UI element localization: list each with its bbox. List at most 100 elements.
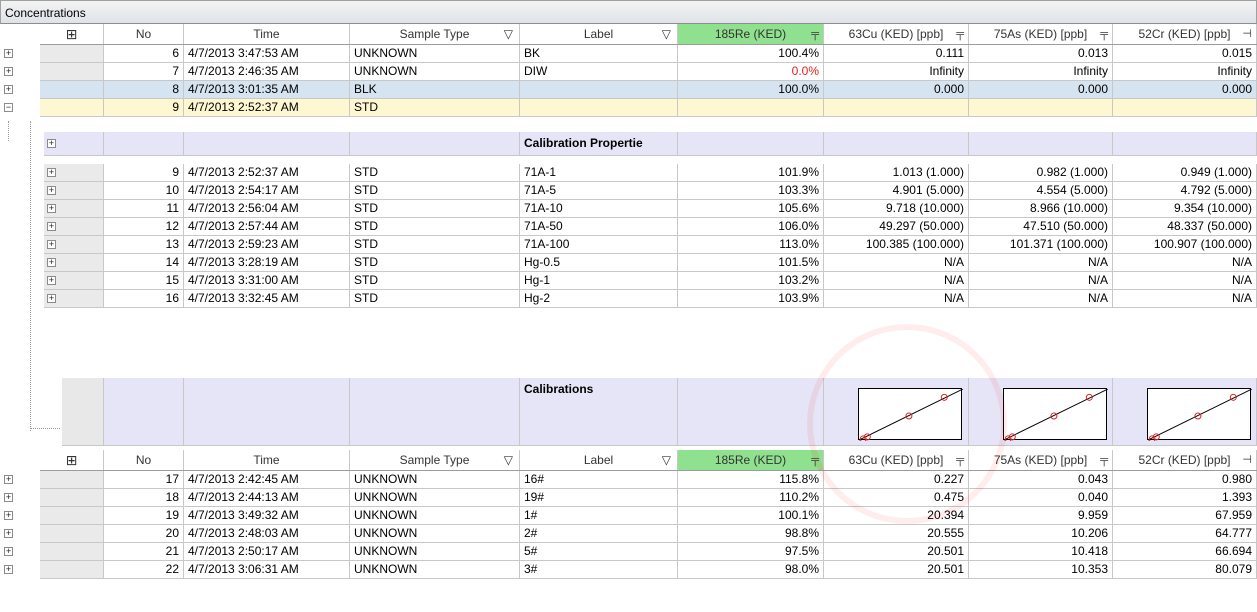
cell-as[interactable]: 47.510 (50.000) xyxy=(969,218,1113,235)
cell-time[interactable]: 4/7/2013 2:52:37 AM xyxy=(184,164,350,181)
cell-label[interactable]: 3# xyxy=(520,561,678,578)
table-row[interactable]: 19 4/7/2013 3:49:32 AM UNKNOWN 1# 100.1% 20.3… xyxy=(40,507,1257,525)
pin-icon[interactable]: ╤ xyxy=(1100,450,1108,470)
expand-icon[interactable]: + xyxy=(47,168,56,177)
cell-no[interactable]: 7 xyxy=(104,63,184,80)
cell-re[interactable]: 98.0% xyxy=(678,561,824,578)
cell-no[interactable]: 19 xyxy=(104,507,184,524)
cell-type[interactable]: UNKNOWN xyxy=(350,63,520,80)
cell-time[interactable]: 4/7/2013 2:42:45 AM xyxy=(184,471,350,488)
pin-icon[interactable]: ⊣ xyxy=(1242,450,1252,470)
table-row[interactable]: 17 4/7/2013 2:42:45 AM UNKNOWN 16# 115.8% 0.2… xyxy=(40,471,1257,489)
cell-cr[interactable]: 0.949 (1.000) xyxy=(1113,164,1257,181)
table-row[interactable]: 13 4/7/2013 2:59:23 AM STD 71A-100 113.0% 100… xyxy=(44,236,1257,254)
cell-cr[interactable]: 100.907 (100.000) xyxy=(1113,236,1257,253)
expand-icon[interactable]: + xyxy=(47,276,56,285)
cell-type[interactable]: STD xyxy=(350,218,520,235)
column-header-as[interactable]: 75As (KED) [ppb] ╤ xyxy=(969,24,1113,44)
cell-time[interactable]: 4/7/2013 2:44:13 AM xyxy=(184,489,350,506)
cell-cu[interactable]: 1.013 (1.000) xyxy=(824,164,969,181)
cell-cu[interactable]: N/A xyxy=(824,290,969,307)
expand-icon[interactable]: + xyxy=(4,475,13,484)
cell-re[interactable]: 0.0% xyxy=(678,63,824,80)
cell-label[interactable]: 16# xyxy=(520,471,678,488)
table-row[interactable]: 10 4/7/2013 2:54:17 AM STD 71A-5 103.3% 4.901… xyxy=(44,182,1257,200)
cell-no[interactable]: 22 xyxy=(104,561,184,578)
cell-time[interactable]: 4/7/2013 2:50:17 AM xyxy=(184,543,350,560)
cell-cu[interactable]: 0.111 xyxy=(824,45,969,62)
cell-time[interactable]: 4/7/2013 3:06:31 AM xyxy=(184,561,350,578)
cell-cu[interactable]: N/A xyxy=(824,272,969,289)
cell-re[interactable]: 103.2% xyxy=(678,272,824,289)
pin-icon[interactable]: ⊣ xyxy=(1242,24,1252,44)
cell-re[interactable]: 98.8% xyxy=(678,525,824,542)
calibration-properties-row[interactable]: Calibration Propertie xyxy=(44,132,1257,156)
cell-label[interactable]: DIW xyxy=(520,63,678,80)
column-header-no[interactable]: No xyxy=(104,450,184,470)
cell-label[interactable]: Hg-1 xyxy=(520,272,678,289)
cell-label[interactable]: 71A-50 xyxy=(520,218,678,235)
table-row[interactable]: 12 4/7/2013 2:57:44 AM STD 71A-50 106.0% 49.2… xyxy=(44,218,1257,236)
table-row[interactable]: 6 4/7/2013 3:47:53 AM UNKNOWN BK 100.4% 0.111… xyxy=(40,45,1257,63)
cell-no[interactable]: 9 xyxy=(104,99,184,116)
cell-cr[interactable]: 0.980 xyxy=(1113,471,1257,488)
cell-time[interactable]: 4/7/2013 3:31:00 AM xyxy=(184,272,350,289)
cell-label[interactable]: 71A-5 xyxy=(520,182,678,199)
cell-time[interactable]: 4/7/2013 2:59:23 AM xyxy=(184,236,350,253)
expand-icon[interactable]: + xyxy=(4,85,13,94)
cell-time[interactable]: 4/7/2013 2:52:37 AM xyxy=(184,99,350,116)
filter-icon[interactable]: ▽ xyxy=(662,450,671,470)
column-header-no[interactable]: No xyxy=(104,24,184,44)
table-row[interactable]: 14 4/7/2013 3:28:19 AM STD Hg-0.5 101.5% N/A N… xyxy=(44,254,1257,272)
column-header-time[interactable]: Time xyxy=(184,450,350,470)
cell-time[interactable]: 4/7/2013 3:01:35 AM xyxy=(184,81,350,98)
column-chooser-icon[interactable]: ⊞ xyxy=(66,26,78,42)
cell-time[interactable]: 4/7/2013 3:47:53 AM xyxy=(184,45,350,62)
cell-cu[interactable]: 20.501 xyxy=(824,561,969,578)
cell-type[interactable]: UNKNOWN xyxy=(350,543,520,560)
cell-cu[interactable]: 20.555 xyxy=(824,525,969,542)
cell-re[interactable]: 100.4% xyxy=(678,45,824,62)
table-row[interactable]: 22 4/7/2013 3:06:31 AM UNKNOWN 3# 98.0% 20.50… xyxy=(40,561,1257,579)
cell-label[interactable]: 71A-100 xyxy=(520,236,678,253)
table-row[interactable]: 18 4/7/2013 2:44:13 AM UNKNOWN 19# 110.2% 0.4… xyxy=(40,489,1257,507)
cell-re[interactable]: 97.5% xyxy=(678,543,824,560)
cell-cr[interactable]: N/A xyxy=(1113,272,1257,289)
cell-as[interactable]: 0.013 xyxy=(969,45,1113,62)
cell-no[interactable]: 15 xyxy=(104,272,184,289)
cell-type[interactable]: STD xyxy=(350,164,520,181)
cell-re[interactable]: 103.9% xyxy=(678,290,824,307)
cell-label[interactable]: 1# xyxy=(520,507,678,524)
cell-as[interactable]: 101.371 (100.000) xyxy=(969,236,1113,253)
table-row[interactable]: 9 4/7/2013 2:52:37 AM STD 71A-1 101.9% 1.013 … xyxy=(44,164,1257,182)
cell-type[interactable]: STD xyxy=(350,290,520,307)
pin-icon[interactable]: ╤ xyxy=(811,24,819,44)
cell-label[interactable] xyxy=(520,99,678,116)
filter-icon[interactable]: ▽ xyxy=(504,24,513,44)
cell-cr[interactable]: 66.694 xyxy=(1113,543,1257,560)
column-header-re[interactable]: 185Re (KED) ╤ xyxy=(678,24,824,44)
cell-re[interactable]: 103.3% xyxy=(678,182,824,199)
cell-as[interactable]: 10.353 xyxy=(969,561,1113,578)
table-row[interactable]: 7 4/7/2013 2:46:35 AM UNKNOWN DIW 0.0% Infini… xyxy=(40,63,1257,81)
cell-re[interactable]: 101.9% xyxy=(678,164,824,181)
cell-label[interactable]: 2# xyxy=(520,525,678,542)
cell-as[interactable]: 4.554 (5.000) xyxy=(969,182,1113,199)
cell-cr[interactable]: 80.079 xyxy=(1113,561,1257,578)
cell-re[interactable]: 113.0% xyxy=(678,236,824,253)
cell-label[interactable]: 19# xyxy=(520,489,678,506)
column-chooser-icon[interactable]: ⊞ xyxy=(66,452,78,468)
column-header-label[interactable]: Label ▽ xyxy=(520,24,678,44)
cell-label[interactable]: 71A-10 xyxy=(520,200,678,217)
cell-no[interactable]: 16 xyxy=(104,290,184,307)
cell-as[interactable] xyxy=(969,99,1113,116)
expand-icon[interactable]: + xyxy=(47,222,56,231)
table-row[interactable]: 21 4/7/2013 2:50:17 AM UNKNOWN 5# 97.5% 20.50… xyxy=(40,543,1257,561)
column-header-type[interactable]: Sample Type ▽ xyxy=(350,24,520,44)
column-header-cu[interactable]: 63Cu (KED) [ppb] ╤ xyxy=(824,24,969,44)
cell-as[interactable]: 9.959 xyxy=(969,507,1113,524)
cell-cu[interactable]: 49.297 (50.000) xyxy=(824,218,969,235)
expand-icon[interactable]: + xyxy=(4,547,13,556)
cell-label[interactable] xyxy=(520,81,678,98)
cell-time[interactable]: 4/7/2013 3:49:32 AM xyxy=(184,507,350,524)
